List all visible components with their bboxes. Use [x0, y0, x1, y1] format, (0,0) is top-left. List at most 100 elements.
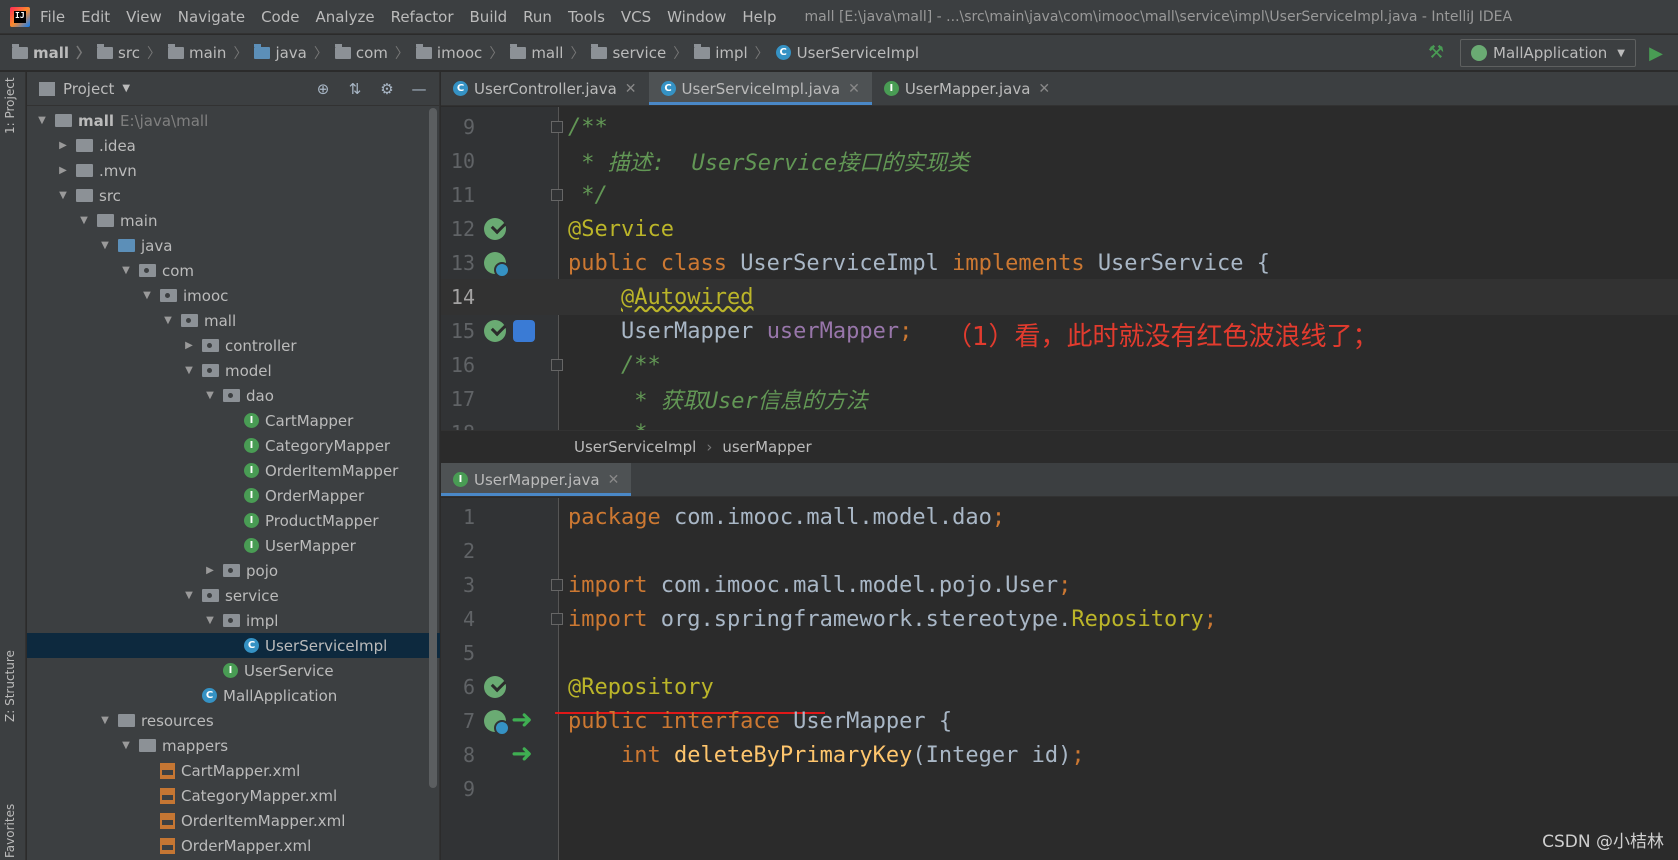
- menu-analyze[interactable]: Analyze: [315, 8, 374, 26]
- fold-marker-icon[interactable]: [551, 189, 563, 201]
- close-icon[interactable]: ✕: [608, 472, 620, 488]
- tree-item[interactable]: I CategoryMapper: [27, 433, 440, 458]
- code-line[interactable]: 14 @Autowired: [441, 279, 1678, 315]
- menu-tools[interactable]: Tools: [568, 8, 605, 26]
- editor-pane-userserviceimpl[interactable]: （1）看，此时就没有红色波浪线了； 9/** 10 * 描述: UserServi…: [441, 107, 1678, 430]
- code-line[interactable]: 8 ➜ int deleteByPrimaryKey(Integer id);: [441, 737, 1678, 773]
- chevron-down-icon[interactable]: ▼: [122, 83, 130, 94]
- tree-item[interactable]: I OrderItemMapper: [27, 458, 440, 483]
- tree-item[interactable]: CategoryMapper.xml: [27, 783, 440, 808]
- menu-view[interactable]: View: [126, 8, 162, 26]
- code-line[interactable]: 2: [441, 533, 1678, 569]
- implemented-arrow-gutter-icon[interactable]: ➜: [511, 741, 533, 767]
- code-line[interactable]: 5: [441, 635, 1678, 671]
- code-line[interactable]: 6 @Repository: [441, 669, 1678, 705]
- run-configuration-select[interactable]: MallApplication ▼: [1460, 39, 1636, 67]
- tree-item[interactable]: OrderItemMapper.xml: [27, 808, 440, 833]
- chevron-right-icon[interactable]: ▶: [182, 340, 196, 351]
- crumb-imooc[interactable]: imooc 〉: [415, 43, 510, 63]
- tree-item[interactable]: I UserMapper: [27, 533, 440, 558]
- tree-item[interactable]: ▼ com: [27, 258, 440, 283]
- code-line[interactable]: 3 import com.imooc.mall.model.pojo.User;: [441, 567, 1678, 603]
- crumb-mall[interactable]: mall 〉: [12, 43, 97, 63]
- fold-marker-icon[interactable]: [551, 121, 563, 133]
- tree-item[interactable]: ▼ impl: [27, 608, 440, 633]
- tree-item[interactable]: ▼ mappers: [27, 733, 440, 758]
- project-tree-scrollbar[interactable]: [429, 108, 437, 788]
- tree-item[interactable]: ▶ .mvn: [27, 158, 440, 183]
- gear-icon[interactable]: ⚙: [371, 80, 403, 98]
- tree-item[interactable]: OrderMapper.xml: [27, 833, 440, 858]
- tree-item[interactable]: C MallApplication: [27, 683, 440, 708]
- tree-item[interactable]: ▶ .idea: [27, 133, 440, 158]
- implements-gutter-icon[interactable]: [484, 252, 510, 278]
- tree-item[interactable]: I UserService: [27, 658, 440, 683]
- tree-item[interactable]: I CartMapper: [27, 408, 440, 433]
- chevron-down-icon[interactable]: ▼: [98, 240, 112, 251]
- tree-item[interactable]: ▼ imooc: [27, 283, 440, 308]
- code-line[interactable]: 12 @Service: [441, 211, 1678, 247]
- tree-item[interactable]: I ProductMapper: [27, 508, 440, 533]
- tree-item[interactable]: ▼ service: [27, 583, 440, 608]
- editor-tab[interactable]: I UserMapper.java ✕: [872, 72, 1062, 105]
- chevron-down-icon[interactable]: ▼: [182, 365, 196, 376]
- tree-item[interactable]: CartMapper.xml: [27, 758, 440, 783]
- tree-item[interactable]: ▼ dao: [27, 383, 440, 408]
- code-line[interactable]: 11 */: [441, 177, 1678, 213]
- fold-marker-icon[interactable]: [551, 579, 563, 591]
- editor-tab[interactable]: C UserServiceImpl.java ✕: [648, 72, 873, 105]
- autowired-bean-gutter-icon[interactable]: [513, 320, 535, 342]
- tree-item[interactable]: ▼ src: [27, 183, 440, 208]
- chevron-down-icon[interactable]: ▼: [203, 615, 217, 626]
- spring-bean-gutter-icon[interactable]: [484, 320, 506, 342]
- implemented-arrow-gutter-icon[interactable]: ➜: [511, 707, 533, 733]
- collapse-all-icon[interactable]: ⇅: [339, 80, 371, 98]
- menu-run[interactable]: Run: [523, 8, 552, 26]
- tree-item[interactable]: ▼ main: [27, 208, 440, 233]
- editor-tab[interactable]: C UserController.java ✕: [441, 72, 649, 105]
- menu-help[interactable]: Help: [742, 8, 776, 26]
- crumb-java[interactable]: java 〉: [254, 43, 334, 63]
- minimize-icon[interactable]: —: [403, 80, 435, 98]
- fold-marker-icon[interactable]: [551, 359, 563, 371]
- menu-edit[interactable]: Edit: [81, 8, 110, 26]
- spring-bean-gutter-icon[interactable]: [484, 218, 506, 240]
- crumb-src[interactable]: src 〉: [97, 43, 168, 63]
- favorites-tool-button[interactable]: Favorites: [3, 804, 17, 858]
- tree-item[interactable]: ▼ java: [27, 233, 440, 258]
- menu-vcs[interactable]: VCS: [621, 8, 651, 26]
- menu-file[interactable]: File: [40, 8, 65, 26]
- tree-item[interactable]: ▼ model: [27, 358, 440, 383]
- structure-tool-button[interactable]: Z: Structure: [3, 650, 17, 722]
- tree-item[interactable]: ▼ mall E:\java\mall: [27, 108, 440, 133]
- code-line[interactable]: 15 UserMapper userMapper;: [441, 313, 1678, 349]
- close-icon[interactable]: ✕: [625, 81, 637, 97]
- editor-pane-usermapper[interactable]: 1 package com.imooc.mall.model.dao; 2 3 impo…: [441, 498, 1678, 860]
- locate-target-icon[interactable]: ⊕: [307, 80, 339, 98]
- crumb-mall-package[interactable]: mall 〉: [510, 43, 591, 63]
- tree-item[interactable]: ▼ resources: [27, 708, 440, 733]
- tree-item[interactable]: ▼ mall: [27, 308, 440, 333]
- chevron-right-icon[interactable]: ▶: [56, 165, 70, 176]
- code-line[interactable]: 1 package com.imooc.mall.model.dao;: [441, 499, 1678, 535]
- chevron-down-icon[interactable]: ▼: [56, 190, 70, 201]
- chevron-down-icon[interactable]: ▼: [119, 265, 133, 276]
- breadcrumb-field[interactable]: userMapper: [722, 438, 811, 456]
- code-line[interactable]: 13 public class UserServiceImpl implement…: [441, 245, 1678, 281]
- chevron-down-icon[interactable]: ▼: [161, 315, 175, 326]
- code-line[interactable]: 9: [441, 771, 1678, 807]
- build-hammer-icon[interactable]: ⚒: [1426, 43, 1446, 63]
- menu-navigate[interactable]: Navigate: [178, 8, 245, 26]
- crumb-com[interactable]: com 〉: [334, 43, 416, 63]
- close-icon[interactable]: ✕: [848, 81, 860, 97]
- fold-marker-icon[interactable]: [551, 613, 563, 625]
- chevron-down-icon[interactable]: ▼: [98, 715, 112, 726]
- code-line[interactable]: 16 /**: [441, 347, 1678, 383]
- chevron-down-icon[interactable]: ▼: [35, 115, 49, 126]
- menu-code[interactable]: Code: [261, 8, 299, 26]
- chevron-down-icon[interactable]: ▼: [140, 290, 154, 301]
- project-view-selector[interactable]: Project: [63, 80, 114, 98]
- crumb-userserviceimpl[interactable]: C UserServiceImpl: [775, 44, 919, 62]
- tree-item[interactable]: ▶ controller: [27, 333, 440, 358]
- chevron-down-icon[interactable]: ▼: [119, 740, 133, 751]
